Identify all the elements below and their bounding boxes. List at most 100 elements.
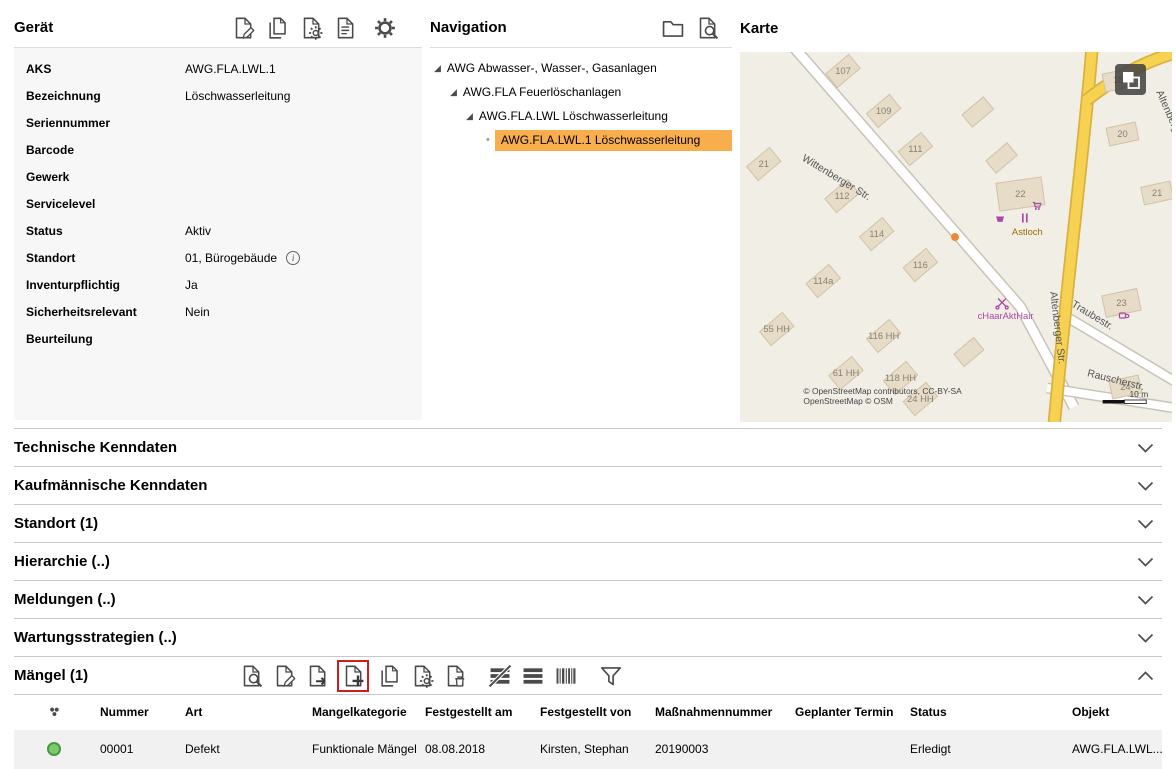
chevron-down-icon[interactable] xyxy=(1137,481,1154,491)
maengel-edit-button[interactable] xyxy=(271,663,297,689)
accordion-hierarchie[interactable]: Hierarchie (..) xyxy=(14,542,1162,580)
field-status: StatusAktiv xyxy=(14,217,422,244)
maengel-toolbar xyxy=(238,660,624,692)
expand-triangle-icon[interactable] xyxy=(466,111,473,122)
building-number: 116 HH xyxy=(868,331,899,342)
expand-triangle-icon[interactable] xyxy=(450,87,457,98)
building-number: 22 xyxy=(1015,189,1025,200)
chevron-up-icon[interactable] xyxy=(1137,671,1154,681)
maengel-rows-button[interactable] xyxy=(520,663,546,689)
building-number: 118 HH xyxy=(885,373,916,384)
column-header-massnahmennummer[interactable]: Maßnahmennummer xyxy=(655,695,795,730)
chevron-down-icon[interactable] xyxy=(1137,443,1154,453)
attribution-line2: OpenStreetMap © OSM xyxy=(803,396,892,406)
field-label: Status xyxy=(26,224,185,238)
highlight-box xyxy=(337,660,369,692)
geraet-panel-title: Gerät xyxy=(14,19,53,36)
maengel-table: Nummer Art Mangelkategorie Festgestellt … xyxy=(14,694,1162,769)
maengel-forward-button[interactable] xyxy=(304,663,330,689)
field-label: Gewerk xyxy=(26,170,185,184)
tree-node[interactable]: AWG.FLA Feuerlöschanlagen xyxy=(430,80,732,104)
geraet-panel-header: Gerät xyxy=(14,8,422,48)
column-header-festgestellt-von[interactable]: Festgestellt von xyxy=(540,695,655,730)
column-header-objekt[interactable]: Objekt xyxy=(1072,695,1162,730)
column-header-festgestellt-am[interactable]: Festgestellt am xyxy=(425,695,540,730)
accordion-meldungen[interactable]: Meldungen (..) xyxy=(14,580,1162,618)
field-label: Sicherheitsrelevant xyxy=(26,305,185,319)
copy-document-button[interactable] xyxy=(264,15,290,41)
maengel-strike-rows-button[interactable] xyxy=(487,663,513,689)
accordion-kaufmaennische-kenndaten[interactable]: Kaufmännische Kenndaten xyxy=(14,466,1162,504)
tree-node-selected[interactable]: AWG.FLA.LWL.1 Löschwasserleitung xyxy=(430,128,732,152)
maengel-barcode-button[interactable] xyxy=(553,663,579,689)
table-row[interactable]: 00001 Defekt Funktionale Mängel 08.08.20… xyxy=(14,730,1162,769)
layers-icon xyxy=(1120,69,1142,91)
edit-document-button[interactable] xyxy=(230,15,256,41)
expand-triangle-icon[interactable] xyxy=(434,63,441,74)
karte-panel-title: Karte xyxy=(740,20,778,37)
report-document-button[interactable] xyxy=(332,15,358,41)
accordion-standort[interactable]: Standort (1) xyxy=(14,504,1162,542)
maengel-filter-button[interactable] xyxy=(598,663,624,689)
cell-festgestellt-am: 08.08.2018 xyxy=(425,730,540,769)
building-number: 23 xyxy=(1116,298,1126,309)
column-header-mangelkategorie[interactable]: Mangelkategorie xyxy=(312,695,425,730)
poi-label-astloch: Astloch xyxy=(1012,227,1043,238)
maengel-delete-button[interactable] xyxy=(442,663,468,689)
folder-button[interactable] xyxy=(660,15,686,41)
column-header-art[interactable]: Art xyxy=(185,695,312,730)
chevron-down-icon[interactable] xyxy=(1137,519,1154,529)
field-value: 01, Bürogebäude xyxy=(185,251,277,265)
field-servicelevel: Servicelevel xyxy=(14,190,422,217)
column-header-geplanter-termin[interactable]: Geplanter Termin xyxy=(795,695,910,730)
geraet-form: AKSAWG.FLA.LWL.1 BezeichnungLöschwasserl… xyxy=(14,48,422,420)
status-indicator-green xyxy=(47,742,61,756)
column-header-nummer[interactable]: Nummer xyxy=(100,695,185,730)
tree-node-label[interactable]: AWG Abwasser-, Wasser-, Gasanlagen xyxy=(447,61,657,75)
info-icon[interactable] xyxy=(286,251,300,265)
settings-gear-button[interactable] xyxy=(372,15,398,41)
field-value: Aktiv xyxy=(185,224,211,238)
cell-status-indicator xyxy=(14,730,100,769)
accordion-wartungsstrategien[interactable]: Wartungsstrategien (..) xyxy=(14,618,1162,656)
building-number: 55 HH xyxy=(763,324,790,335)
building-number: 21 xyxy=(1152,188,1162,199)
search-document-button[interactable] xyxy=(694,15,720,41)
accordion-label: Technische Kenndaten xyxy=(14,439,177,456)
maengel-settings-button[interactable] xyxy=(409,663,435,689)
cell-geplanter-termin xyxy=(795,730,910,769)
maengel-view-button[interactable] xyxy=(238,663,264,689)
maengel-add-button[interactable] xyxy=(340,663,366,689)
status-column-header[interactable] xyxy=(14,695,100,730)
building-number: 109 xyxy=(876,106,892,117)
navigation-panel-title: Navigation xyxy=(430,19,507,36)
tree-node-label[interactable]: AWG.FLA.LWL Löschwasserleitung xyxy=(479,109,668,123)
maengel-copy-button[interactable] xyxy=(376,663,402,689)
field-label: AKS xyxy=(26,62,185,76)
field-label: Barcode xyxy=(26,143,185,157)
building-number: 20 xyxy=(1117,129,1127,140)
poi-label-haarakthair: cHaarAktHair xyxy=(978,311,1034,322)
field-sicherheitsrelevant: SicherheitsrelevantNein xyxy=(14,298,422,325)
map-canvas[interactable]: 107 109 111 112 114 116 114a 55 HH 116 H… xyxy=(740,52,1172,422)
tree-node[interactable]: AWG Abwasser-, Wasser-, Gasanlagen xyxy=(430,56,732,80)
accordion-maengel[interactable]: Mängel (1) xyxy=(14,656,1162,694)
tree-node[interactable]: AWG.FLA.LWL Löschwasserleitung xyxy=(430,104,732,128)
chevron-down-icon[interactable] xyxy=(1137,633,1154,643)
accordion-label: Mängel (1) xyxy=(14,667,88,684)
map-layers-button[interactable] xyxy=(1115,64,1146,95)
tree-node-label[interactable]: AWG.FLA Feuerlöschanlagen xyxy=(463,85,621,99)
chevron-down-icon[interactable] xyxy=(1137,557,1154,567)
scale-label: 10 m xyxy=(1130,389,1149,399)
field-value: Löschwasserleitung xyxy=(185,89,290,103)
building-number: 107 xyxy=(835,66,851,77)
chevron-down-icon[interactable] xyxy=(1137,595,1154,605)
building-number: 112 xyxy=(835,191,850,202)
leaf-bullet-icon xyxy=(486,134,490,146)
column-header-status[interactable]: Status xyxy=(910,695,1072,730)
tree-node-label[interactable]: AWG.FLA.LWL.1 Löschwasserleitung xyxy=(495,130,732,151)
accordion-technische-kenndaten[interactable]: Technische Kenndaten xyxy=(14,428,1162,466)
cell-festgestellt-von: Kirsten, Stephan xyxy=(540,730,655,769)
document-settings-button[interactable] xyxy=(298,15,324,41)
accordion-sections: Technische Kenndaten Kaufmännische Kennd… xyxy=(14,428,1162,694)
